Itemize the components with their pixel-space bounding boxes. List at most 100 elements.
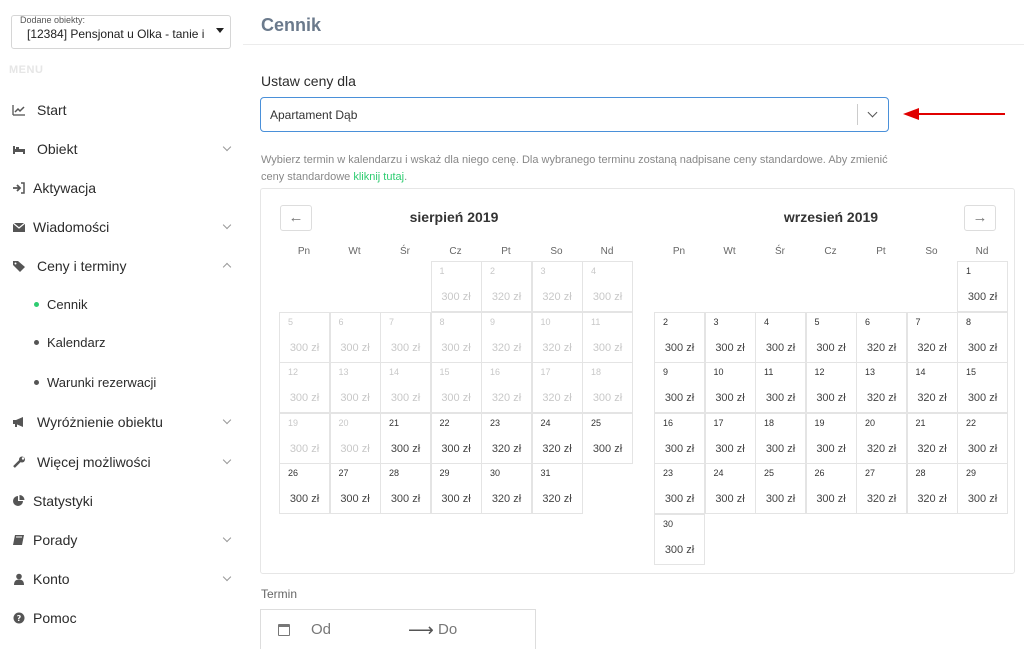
chevron-down-icon: [222, 572, 232, 582]
sidebar-item-ceny-i-terminy[interactable]: Ceny i terminy: [0, 251, 243, 281]
sidebar-item-konto[interactable]: Konto: [0, 564, 243, 594]
calendar-day[interactable]: 24 300 zł: [704, 463, 756, 514]
calendar-day[interactable]: 3 320 zł: [531, 261, 583, 312]
calendar-day[interactable]: 25 300 zł: [755, 463, 806, 514]
calendar-day[interactable]: 9 300 zł: [654, 362, 705, 413]
calendar-day[interactable]: 26 300 zł: [279, 463, 330, 514]
day-number: 12: [814, 367, 825, 377]
day-number: 10: [713, 367, 724, 377]
calendar-day[interactable]: 28 300 zł: [380, 463, 431, 514]
calendar-day[interactable]: 29 300 zł: [957, 463, 1008, 514]
sidebar-subitem-kalendarz[interactable]: Kalendarz: [0, 330, 243, 356]
calendar-day[interactable]: 10 300 zł: [704, 362, 756, 413]
annotation-arrow-icon: [903, 108, 1005, 120]
sidebar-item-wiadomosci[interactable]: Wiadomości: [0, 212, 243, 242]
object-select[interactable]: Dodane obiekty: [12384] Pensjonat u Olka…: [11, 15, 231, 49]
calendar-day[interactable]: 4 300 zł: [582, 261, 633, 312]
calendar-day[interactable]: 21 320 zł: [906, 412, 958, 464]
day-number: 20: [338, 417, 349, 428]
calendar-day[interactable]: 2 320 zł: [481, 261, 532, 312]
calendar-day[interactable]: 15 300 zł: [430, 362, 482, 413]
calendar-day[interactable]: 23 300 zł: [654, 463, 705, 514]
sidebar-item-statystyki[interactable]: Statystyki: [0, 486, 243, 516]
chevron-down-icon[interactable]: [867, 107, 878, 118]
user-icon: [14, 573, 24, 585]
calendar-day[interactable]: 20 300 zł: [329, 412, 381, 464]
calendar-day[interactable]: 5 300 zł: [279, 311, 330, 363]
sidebar-subitem-cennik[interactable]: Cennik: [0, 292, 243, 318]
sidebar-item-aktywacja[interactable]: Aktywacja: [0, 173, 243, 203]
calendar-day[interactable]: 12 300 zł: [805, 362, 857, 413]
calendar-day[interactable]: 14 300 zł: [380, 362, 431, 413]
calendar-day[interactable]: 5 300 zł: [805, 311, 857, 363]
day-number: 17: [713, 417, 724, 428]
standard-prices-link[interactable]: kliknij tutaj: [353, 171, 404, 183]
calendar-day[interactable]: 19 300 zł: [279, 412, 330, 464]
calendar-day[interactable]: 1 300 zł: [430, 261, 482, 312]
calendar-day[interactable]: 10 320 zł: [531, 311, 583, 363]
calendar-day[interactable]: 16 320 zł: [481, 362, 532, 413]
calendar-day[interactable]: 8 300 zł: [957, 311, 1008, 363]
day-number: 17: [540, 367, 551, 377]
calendar-day[interactable]: 29 300 zł: [430, 463, 482, 514]
sidebar-item-pomoc[interactable]: ? Pomoc: [0, 603, 243, 633]
calendar-day[interactable]: 13 320 zł: [856, 362, 907, 413]
calendar-day[interactable]: 3 300 zł: [704, 311, 756, 363]
date-from-field[interactable]: Od: [311, 621, 331, 638]
calendar-day[interactable]: 18 300 zł: [582, 362, 633, 413]
calendar-day[interactable]: 24 320 zł: [531, 412, 583, 464]
sidebar-item-wiecej-mozliwosci[interactable]: Więcej możliwości: [0, 447, 243, 477]
sidebar-item-obiekt[interactable]: Obiekt: [0, 134, 243, 164]
calendar-day[interactable]: 6 320 zł: [856, 311, 907, 363]
calendar-day[interactable]: 27 300 zł: [329, 463, 381, 514]
calendar-day[interactable]: 6 300 zł: [329, 311, 381, 363]
calendar-day[interactable]: 4 300 zł: [755, 311, 806, 363]
weekday-header: Pn: [672, 246, 686, 257]
day-price: 300 zł: [967, 442, 998, 455]
calendar-day[interactable]: 2 300 zł: [654, 311, 705, 363]
calendar-day[interactable]: 13 300 zł: [329, 362, 381, 413]
calendar-day[interactable]: 9 320 zł: [481, 311, 532, 363]
calendar-day[interactable]: 28 320 zł: [906, 463, 958, 514]
calendar-day[interactable]: 12 300 zł: [279, 362, 330, 413]
day-price: 300 zł: [967, 341, 998, 354]
next-month-button[interactable]: →: [964, 205, 996, 231]
calendar-day[interactable]: 22 300 zł: [957, 412, 1008, 464]
calendar-day[interactable]: 17 300 zł: [704, 412, 756, 464]
calendar-day[interactable]: 31 320 zł: [531, 463, 583, 514]
calendar-day[interactable]: 1 300 zł: [957, 261, 1008, 312]
calendar-day[interactable]: 11 300 zł: [582, 311, 633, 363]
calendar-day[interactable]: 8 300 zł: [430, 311, 482, 363]
calendar-day[interactable]: 7 300 zł: [380, 311, 431, 363]
sidebar-item-wyroznienie-obiektu[interactable]: Wyróżnienie obiektu: [0, 407, 243, 437]
calendar-day[interactable]: 25 300 zł: [582, 412, 633, 464]
prev-month-button[interactable]: ←: [280, 205, 312, 231]
date-to-field[interactable]: Do: [438, 621, 457, 638]
calendar-day[interactable]: 7 320 zł: [906, 311, 958, 363]
calendar-day[interactable]: 20 320 zł: [856, 412, 907, 464]
day-price: 300 zł: [664, 442, 695, 455]
calendar-day[interactable]: 21 300 zł: [380, 412, 431, 464]
calendar-day[interactable]: 22 300 zł: [430, 412, 482, 464]
calendar-day[interactable]: 26 300 zł: [805, 463, 857, 514]
calendar-day[interactable]: 15 300 zł: [957, 362, 1008, 413]
calendar-day[interactable]: 30 320 zł: [481, 463, 532, 514]
calendar-day[interactable]: 19 300 zł: [805, 412, 857, 464]
sidebar-item-porady[interactable]: Porady: [0, 525, 243, 555]
room-select[interactable]: Apartament Dąb: [260, 97, 889, 132]
calendar-day[interactable]: 11 300 zł: [755, 362, 806, 413]
day-price: 300 zł: [289, 392, 320, 404]
chevron-down-icon: [222, 533, 232, 543]
calendar-day[interactable]: 27 320 zł: [856, 463, 907, 514]
day-price: 300 zł: [664, 493, 695, 505]
day-number: 21: [389, 417, 400, 428]
date-range-input[interactable]: Od ⟶ Do: [260, 609, 536, 649]
calendar-day[interactable]: 14 320 zł: [906, 362, 958, 413]
calendar-day[interactable]: 23 320 zł: [481, 412, 532, 464]
sidebar-subitem-warunki-rezerwacji[interactable]: Warunki rezerwacji: [0, 370, 243, 396]
sidebar-item-start[interactable]: Start: [0, 95, 243, 125]
calendar-day[interactable]: 30 300 zł: [654, 513, 705, 565]
calendar-day[interactable]: 18 300 zł: [755, 412, 806, 464]
calendar-day[interactable]: 17 320 zł: [531, 362, 583, 413]
calendar-day[interactable]: 16 300 zł: [654, 412, 705, 464]
